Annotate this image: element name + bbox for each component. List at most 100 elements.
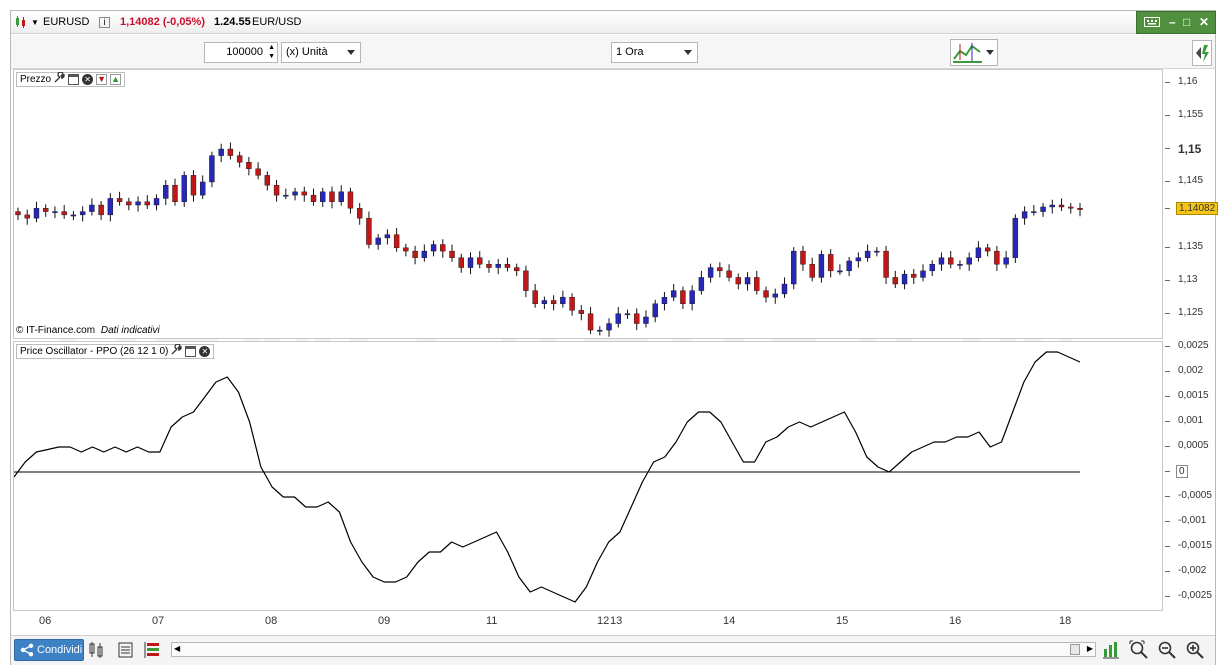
candle-bear xyxy=(310,194,317,202)
chart-type-button[interactable] xyxy=(950,39,998,66)
scroll-left-icon[interactable]: ◀ xyxy=(174,644,180,653)
candle-bull xyxy=(901,273,908,285)
candle-bear xyxy=(984,247,991,252)
price-change: 1,14082 (-0,05%) xyxy=(120,16,205,28)
zoom-out-icon[interactable] xyxy=(1157,640,1177,660)
price-tick-mark xyxy=(1165,208,1170,210)
candle-bull xyxy=(338,191,344,202)
candle-bull xyxy=(920,270,926,278)
candle-bull xyxy=(670,290,677,298)
candle-bull xyxy=(929,264,935,272)
candle-bull xyxy=(772,293,778,298)
candle-bull xyxy=(209,155,215,183)
candle-bear xyxy=(440,244,446,252)
candle-bear xyxy=(680,290,686,304)
ppo-tick-label: 0,0015 xyxy=(1178,390,1209,401)
candle-bull xyxy=(1021,211,1028,219)
candlestick-icon[interactable] xyxy=(15,15,27,29)
candle-bull xyxy=(1040,206,1046,212)
candle-bull xyxy=(52,211,58,213)
bottom-bar: Condividi ◀ ▶ xyxy=(11,635,1215,665)
ppo-tick-mark xyxy=(1165,396,1170,397)
price-tick-label: 1,155 xyxy=(1178,109,1204,121)
candle-bear xyxy=(587,313,594,331)
candle-bear xyxy=(569,296,575,311)
title-bar: ▼ EURUSD i 1,14082 (-0,05%) 1.24.55 EUR/… xyxy=(11,11,1216,34)
move-down-icon[interactable]: ▼ xyxy=(96,74,108,85)
close-icon[interactable]: ✕ xyxy=(199,346,211,357)
candle-bull xyxy=(384,234,391,239)
window-controls: – □ ✕ xyxy=(1136,11,1216,34)
candle-bull xyxy=(957,264,963,266)
candle-bull xyxy=(615,313,621,324)
candle-bull xyxy=(135,201,141,206)
candle-bear xyxy=(809,264,815,278)
x-tick-label: 09 xyxy=(378,615,391,627)
x-tick-label: 11 xyxy=(486,615,498,627)
list-icon[interactable] xyxy=(118,641,134,659)
layout-icon[interactable] xyxy=(144,641,162,659)
minimize-icon[interactable]: – xyxy=(1169,15,1176,29)
candle-bear xyxy=(827,254,834,272)
candle-bear xyxy=(486,264,492,268)
quantity-value: 100000 xyxy=(226,46,263,58)
horizontal-scrollbar[interactable]: ◀ ▶ xyxy=(171,642,1096,657)
zoom-fit-icon[interactable] xyxy=(1129,640,1149,660)
candle-bear xyxy=(347,191,354,209)
ppo-tick-label: -0,0015 xyxy=(1178,540,1212,551)
price-tick-mark xyxy=(1165,279,1170,281)
x-tick-label: 07 xyxy=(152,615,165,627)
chevron-down-icon xyxy=(684,50,692,55)
price-pane: Prezzo ✕ ▼ ▲ © IT-Finance.com Dati indic… xyxy=(13,69,1163,339)
auto-scale-icon[interactable] xyxy=(1102,640,1120,660)
compare-icon[interactable] xyxy=(88,641,108,659)
symbol-label[interactable]: EURUSD xyxy=(43,16,89,28)
x-tick-label: 14 xyxy=(723,615,736,627)
candle-bull xyxy=(781,283,788,295)
maximize-icon[interactable]: □ xyxy=(1183,15,1190,29)
candle-bull xyxy=(163,185,169,199)
scroll-right-icon[interactable]: ▶ xyxy=(1087,644,1093,653)
share-button[interactable]: Condividi xyxy=(14,639,84,661)
ppo-tick-mark xyxy=(1165,521,1170,522)
candle-bear xyxy=(329,191,335,202)
candle-bear xyxy=(43,208,49,212)
wrench-icon[interactable] xyxy=(54,71,65,87)
disclaimer-text: Dati indicativi xyxy=(100,325,160,336)
window-icon[interactable] xyxy=(68,74,80,85)
symbol-dropdown-icon[interactable]: ▼ xyxy=(31,18,39,27)
keyboard-icon[interactable] xyxy=(1144,16,1160,31)
candle-bear xyxy=(144,201,150,206)
candle-bear xyxy=(98,204,104,216)
candle-bull xyxy=(541,300,548,304)
candle-bear xyxy=(366,217,372,245)
copyright-note: © IT-Finance.com Dati indicativi xyxy=(16,325,160,336)
quantity-stepper[interactable]: 100000 ▲ ▼ xyxy=(204,42,278,63)
oscillator-pane: Price Oscillator - PPO (26 12 1 0) ✕ xyxy=(13,341,1163,611)
unit-select[interactable]: (x) Unità xyxy=(281,42,361,63)
window-icon[interactable] xyxy=(185,346,197,357)
x-tick-label: 06 xyxy=(39,615,52,627)
price-pane-title: Prezzo xyxy=(20,74,52,85)
info-icon[interactable]: i xyxy=(99,17,110,28)
close-icon[interactable]: ✕ xyxy=(1199,15,1209,29)
close-icon[interactable]: ✕ xyxy=(82,74,94,85)
candle-bull xyxy=(283,194,289,197)
zoom-in-icon[interactable] xyxy=(1185,640,1205,660)
candle-bear xyxy=(61,211,67,216)
move-up-icon[interactable]: ▲ xyxy=(110,74,122,85)
chevron-down-icon xyxy=(986,50,994,55)
candle-bear xyxy=(412,250,418,258)
candle-bear xyxy=(24,214,30,219)
timeframe-select[interactable]: 1 Ora xyxy=(611,42,698,63)
indicator-panel-button[interactable] xyxy=(1192,40,1212,66)
x-tick-label: 08 xyxy=(265,615,278,627)
candle-bull xyxy=(606,323,612,331)
candle-bull xyxy=(975,247,982,258)
price-chart xyxy=(15,142,1083,337)
candle-bull xyxy=(643,316,649,324)
scroll-thumb[interactable] xyxy=(1070,644,1080,655)
price-tick-label: 1,14082 xyxy=(1176,202,1219,216)
stepper-arrows-icon[interactable]: ▲ ▼ xyxy=(268,43,275,61)
wrench-icon[interactable] xyxy=(171,343,183,359)
